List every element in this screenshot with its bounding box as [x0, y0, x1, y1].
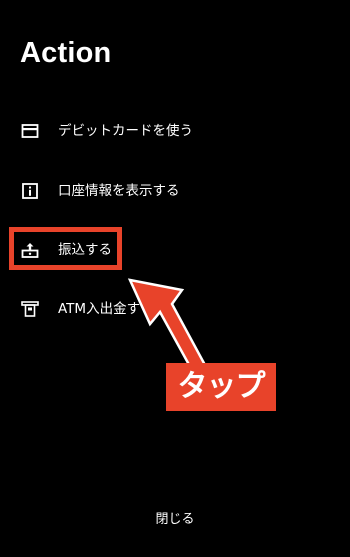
menu-item-account-info[interactable]: 口座情報を表示する	[0, 171, 350, 211]
menu-item-label: ATM入出金す	[58, 301, 141, 317]
close-button[interactable]: 閉じる	[135, 508, 215, 532]
highlight-box	[9, 227, 122, 270]
menu-item-label: 口座情報を表示する	[58, 183, 180, 199]
atm-icon	[21, 301, 39, 317]
card-icon	[21, 123, 39, 139]
tap-annotation-label: タップ	[177, 369, 266, 404]
menu-item-debit-card[interactable]: デビットカードを使う	[0, 111, 350, 151]
info-icon	[21, 183, 39, 199]
annotation-arrow	[127, 278, 207, 374]
page-title: Action	[20, 37, 112, 69]
menu-item-label: デビットカードを使う	[58, 123, 193, 139]
menu-item-atm[interactable]: ATM入出金す	[0, 289, 350, 329]
tap-annotation-badge: タップ	[166, 363, 276, 411]
